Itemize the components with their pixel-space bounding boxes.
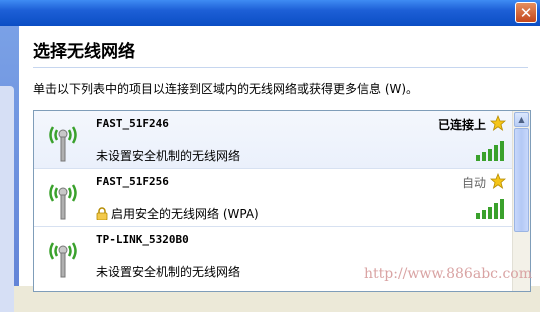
main-panel: 选择无线网络 单击以下列表中的项目以连接到区域内的无线网络或获得更多信息 (W)… bbox=[19, 26, 540, 292]
connection-status: 自动 bbox=[461, 176, 486, 190]
instruction-text: 单击以下列表中的项目以连接到区域内的无线网络或获得更多信息 (W)。 bbox=[33, 82, 419, 96]
signal-strength-icon bbox=[476, 199, 504, 219]
network-name: TP-LINK_5320B0 bbox=[96, 233, 189, 246]
signal-strength-icon bbox=[476, 141, 504, 161]
network-security-desc: 未设置安全机制的无线网络 bbox=[96, 149, 241, 163]
network-list[interactable]: FAST_51F246 未设置安全机制的无线网络 已连接上 FAST_51F25… bbox=[33, 110, 531, 292]
window-titlebar: ✕ bbox=[0, 0, 540, 26]
wireless-antenna-icon bbox=[49, 242, 77, 278]
page-title: 选择无线网络 bbox=[33, 42, 135, 62]
preferred-star-icon bbox=[490, 115, 506, 131]
network-security-desc: 未设置安全机制的无线网络 bbox=[96, 265, 241, 279]
sidebar-panel bbox=[0, 86, 14, 312]
scroll-thumb[interactable] bbox=[514, 128, 529, 232]
wireless-antenna-icon bbox=[49, 184, 77, 220]
wireless-antenna-icon bbox=[49, 126, 77, 162]
network-name: FAST_51F246 bbox=[96, 117, 169, 130]
list-scrollbar[interactable]: ▲ bbox=[512, 111, 530, 291]
network-list-item[interactable]: FAST_51F246 未设置安全机制的无线网络 已连接上 bbox=[34, 111, 512, 169]
sidebar bbox=[0, 26, 19, 312]
connection-status: 已连接上 bbox=[437, 118, 486, 132]
preferred-star-icon bbox=[490, 173, 506, 189]
watermark: http://www.886abc.com bbox=[364, 266, 532, 282]
lock-icon bbox=[96, 207, 108, 220]
close-button[interactable]: ✕ bbox=[515, 2, 537, 23]
network-security-row: 启用安全的无线网络 (WPA) bbox=[96, 205, 259, 222]
network-security-desc: 启用安全的无线网络 (WPA) bbox=[111, 207, 259, 221]
network-list-item[interactable]: FAST_51F256 启用安全的无线网络 (WPA) 自动 bbox=[34, 169, 512, 227]
title-divider bbox=[33, 67, 528, 68]
network-name: FAST_51F256 bbox=[96, 175, 169, 188]
scroll-up-button[interactable]: ▲ bbox=[514, 112, 529, 127]
